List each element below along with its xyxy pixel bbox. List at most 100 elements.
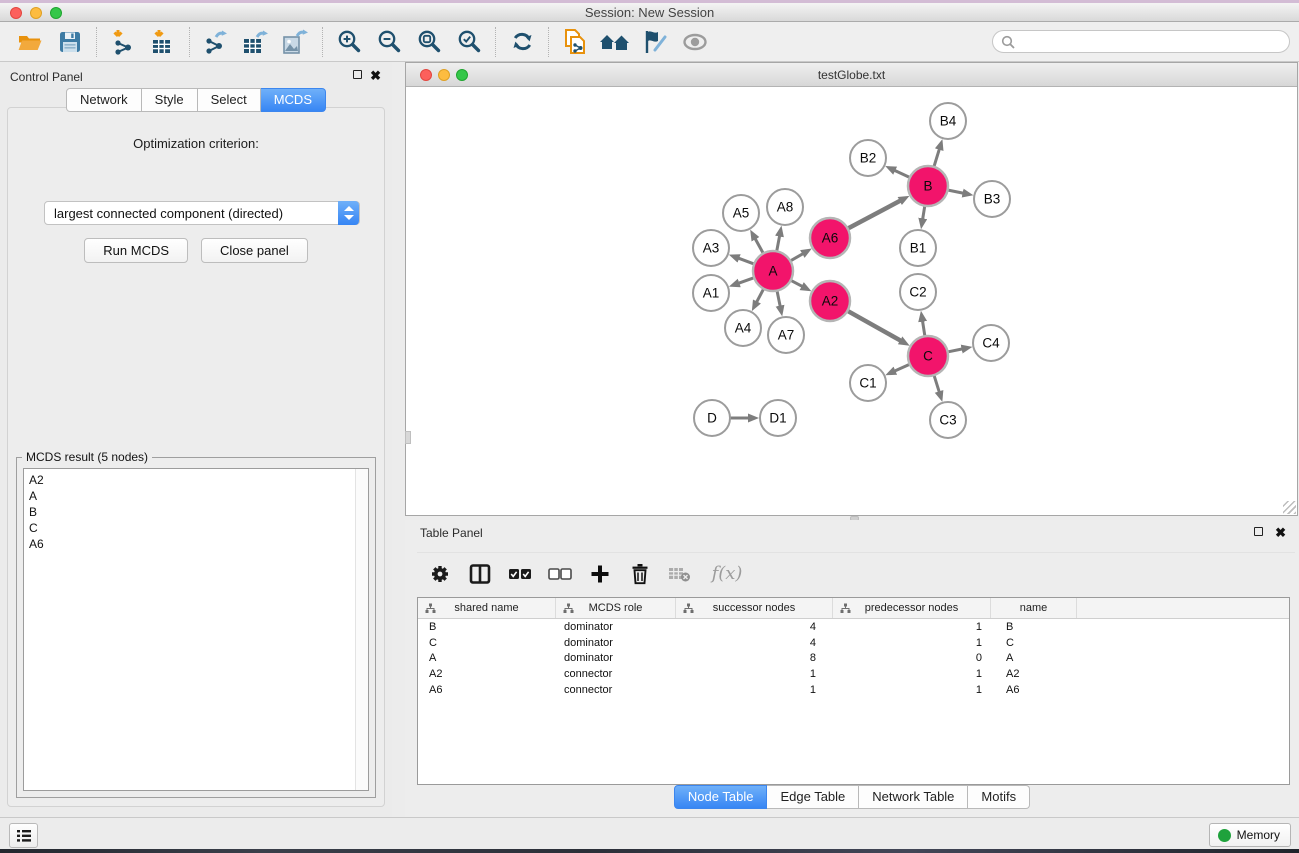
close-panel-icon[interactable]: ✖	[370, 70, 381, 81]
node-D1[interactable]: D1	[760, 400, 796, 436]
node-C[interactable]: C	[908, 336, 948, 376]
node-A6[interactable]: A6	[810, 218, 850, 258]
table-row[interactable]: A2connector11A2	[418, 666, 1289, 682]
node-A1[interactable]: A1	[693, 275, 729, 311]
tab-style[interactable]: Style	[142, 88, 198, 112]
table-row[interactable]: Adominator80A	[418, 651, 1289, 667]
table-cell[interactable]: 4	[676, 621, 833, 633]
hide-selected-button[interactable]	[635, 25, 675, 59]
edge-C-C1[interactable]	[894, 364, 909, 371]
close-table-panel-icon[interactable]: ✖	[1275, 527, 1286, 538]
edge-A-A4[interactable]	[757, 289, 764, 303]
edge-B-B4[interactable]	[934, 149, 940, 167]
pane-divider-handle[interactable]	[405, 431, 411, 444]
table-settings-button[interactable]	[427, 560, 453, 588]
criterion-dropdown[interactable]: largest connected component (directed)	[44, 201, 360, 225]
deselect-all-button[interactable]	[547, 560, 573, 588]
result-item[interactable]: B	[29, 504, 368, 520]
column-header-predecessor-nodes[interactable]: predecessor nodes	[833, 598, 991, 618]
edge-C-C3[interactable]	[934, 375, 939, 392]
import-network-button[interactable]	[103, 25, 143, 59]
node-C4[interactable]: C4	[973, 325, 1009, 361]
add-column-button[interactable]	[587, 560, 613, 588]
result-item[interactable]: C	[29, 520, 368, 536]
table-cell[interactable]: A6	[418, 684, 556, 696]
table-cell[interactable]: 1	[676, 684, 833, 696]
node-B[interactable]: B	[908, 166, 948, 206]
run-mcds-button[interactable]: Run MCDS	[84, 238, 188, 263]
table-cell[interactable]: 1	[833, 684, 991, 696]
export-table-button[interactable]	[236, 25, 276, 59]
table-cell[interactable]: 8	[676, 652, 833, 664]
zoom-fit-button[interactable]	[409, 25, 449, 59]
table-row[interactable]: Bdominator41B	[418, 619, 1289, 635]
node-A4[interactable]: A4	[725, 310, 761, 346]
network-canvas[interactable]: B4B2BB3A5A8A6B1A3AC2A1A2A4A7C4CC1DD1C3	[406, 87, 1297, 515]
zoom-selected-button[interactable]	[449, 25, 489, 59]
node-B4[interactable]: B4	[930, 103, 966, 139]
network-window-titlebar[interactable]: testGlobe.txt	[406, 63, 1297, 87]
node-B2[interactable]: B2	[850, 140, 886, 176]
table-cell[interactable]: C	[991, 637, 1077, 649]
edge-B-B1[interactable]	[923, 206, 925, 220]
node-C3[interactable]: C3	[930, 402, 966, 438]
node-D[interactable]: D	[694, 400, 730, 436]
table-cell[interactable]: dominator	[556, 652, 676, 664]
node-A5[interactable]: A5	[723, 195, 759, 231]
column-header-successor-nodes[interactable]: successor nodes	[676, 598, 833, 618]
edge-A2-C[interactable]	[847, 311, 901, 341]
edge-B-B3[interactable]	[948, 190, 964, 193]
float-panel-icon[interactable]	[353, 70, 362, 82]
tab-node-table[interactable]: Node Table	[674, 785, 768, 809]
tab-edge-table[interactable]: Edge Table	[767, 785, 859, 809]
table-cell[interactable]: 1	[676, 668, 833, 680]
tab-mcds[interactable]: MCDS	[261, 88, 326, 112]
result-item[interactable]: A	[29, 488, 368, 504]
window-resize-grip[interactable]	[1283, 501, 1296, 514]
node-A[interactable]: A	[753, 251, 793, 291]
table-cell[interactable]: B	[991, 621, 1077, 633]
column-header-name[interactable]: name	[991, 598, 1077, 618]
table-cell[interactable]: A2	[991, 668, 1077, 680]
node-C1[interactable]: C1	[850, 365, 886, 401]
delete-column-button[interactable]	[627, 560, 653, 588]
node-B1[interactable]: B1	[900, 230, 936, 266]
column-header-shared-name[interactable]: shared name	[418, 598, 556, 618]
task-history-button[interactable]	[9, 823, 38, 848]
save-session-button[interactable]	[50, 25, 90, 59]
node-A2[interactable]: A2	[810, 281, 850, 321]
table-cell[interactable]: connector	[556, 668, 676, 680]
node-A7[interactable]: A7	[768, 317, 804, 353]
result-item[interactable]: A2	[29, 472, 368, 488]
clone-network-button[interactable]	[555, 25, 595, 59]
node-A3[interactable]: A3	[693, 230, 729, 266]
table-cell[interactable]: dominator	[556, 621, 676, 633]
edge-A6-B[interactable]	[848, 201, 901, 229]
titlebar[interactable]: Session: New Session	[0, 3, 1299, 22]
table-cell[interactable]: A	[418, 652, 556, 664]
import-table-button[interactable]	[143, 25, 183, 59]
result-scrollbar[interactable]	[355, 469, 368, 790]
search-input[interactable]	[1019, 32, 1283, 51]
refresh-button[interactable]	[502, 25, 542, 59]
table-cell[interactable]: A2	[418, 668, 556, 680]
edge-A-A7[interactable]	[777, 291, 780, 307]
tab-motifs[interactable]: Motifs	[968, 785, 1030, 809]
memory-button[interactable]: Memory	[1209, 823, 1291, 847]
node-A8[interactable]: A8	[767, 189, 803, 225]
table-cell[interactable]: 1	[833, 637, 991, 649]
tab-network-table[interactable]: Network Table	[859, 785, 968, 809]
edge-C-C2[interactable]	[922, 321, 924, 337]
table-row[interactable]: A6connector11A6	[418, 682, 1289, 698]
column-header-mcds-role[interactable]: MCDS role	[556, 598, 676, 618]
edge-A-A5[interactable]	[755, 238, 763, 253]
table-cell[interactable]: connector	[556, 684, 676, 696]
edge-C-C4[interactable]	[948, 349, 963, 352]
table-cell[interactable]: C	[418, 637, 556, 649]
edge-A-A8[interactable]	[777, 236, 780, 252]
mcds-result-list[interactable]: A2ABCA6	[23, 468, 369, 791]
table-cell[interactable]: 1	[833, 621, 991, 633]
table-cell[interactable]: 1	[833, 668, 991, 680]
export-network-button[interactable]	[196, 25, 236, 59]
close-panel-button[interactable]: Close panel	[201, 238, 308, 263]
